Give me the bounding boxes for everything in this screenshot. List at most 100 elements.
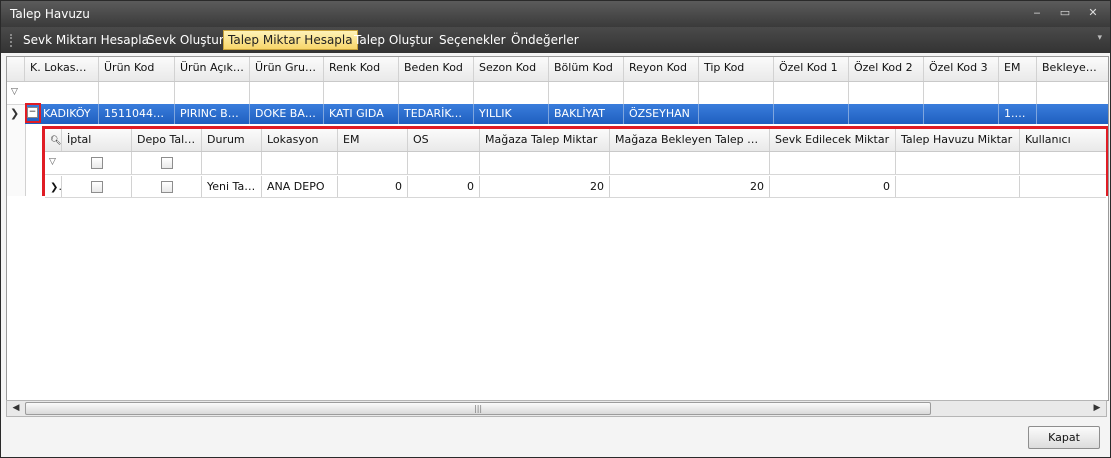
search-icon[interactable]: 🔍︎: [50, 133, 61, 146]
filter-ozel-kod-1[interactable]: [774, 82, 849, 104]
cell-talep-havuzu-miktar[interactable]: [896, 176, 1020, 197]
cell-reyon-kod[interactable]: ÖZSEYHAN: [624, 104, 699, 124]
cell-iptal[interactable]: [62, 176, 132, 197]
filter-depo-talep[interactable]: [132, 152, 202, 174]
filter-bekleyen-siparis[interactable]: [1037, 82, 1108, 104]
filter-reyon-kod[interactable]: [624, 82, 699, 104]
horizontal-scrollbar[interactable]: ◀ ||| ▶: [6, 400, 1107, 417]
header-tip-kod[interactable]: Tip Kod: [699, 57, 774, 81]
filter-os[interactable]: [408, 152, 480, 174]
filter-iptal-checkbox[interactable]: [90, 157, 103, 169]
header-reyon-kod[interactable]: Reyon Kod: [624, 57, 699, 81]
menu-sevk-olustur[interactable]: Sevk Oluştur: [143, 31, 228, 49]
cell-bekleyen-siparis[interactable]: [1037, 104, 1108, 124]
header-iptal[interactable]: İptal: [62, 129, 132, 151]
filter-kullanici[interactable]: [1020, 152, 1106, 174]
header-os[interactable]: OS: [408, 129, 480, 151]
header-sevk-edilecek-miktar[interactable]: Sevk Edilecek Miktar: [770, 129, 896, 151]
filter-beden-kod[interactable]: [399, 82, 474, 104]
cell-urun-kod[interactable]: 1511044004: [99, 104, 175, 124]
header-urun-aciklama[interactable]: Ürün Açıkla...: [175, 57, 250, 81]
menu-talep-miktar-hesapla[interactable]: Talep Miktar Hesapla: [223, 30, 358, 50]
header-durum[interactable]: Durum: [202, 129, 262, 151]
menu-talep-olustur[interactable]: Talep Oluştur: [350, 31, 437, 49]
filter-urun-kod[interactable]: [99, 82, 175, 104]
header-bekleyen-siparis[interactable]: Bekleyen Sipa: [1037, 57, 1108, 81]
cell-em[interactable]: 1.622: [999, 104, 1037, 124]
filter-sezon-kod[interactable]: [474, 82, 549, 104]
cell-ozel-kod-2[interactable]: [849, 104, 924, 124]
header-renk-kod[interactable]: Renk Kod: [324, 57, 399, 81]
cell-sevk-edilecek-miktar[interactable]: 0: [770, 176, 896, 197]
filter-magaza-talep-miktar[interactable]: [480, 152, 610, 174]
filter-urun-grubu[interactable]: [250, 82, 324, 104]
scrollbar-thumb[interactable]: |||: [25, 402, 931, 415]
cell-magaza-bekleyen-talep-miktar[interactable]: 20: [610, 176, 770, 197]
toolbar-grip-icon[interactable]: [10, 34, 16, 47]
cell-bolum-kod[interactable]: BAKLİYAT: [549, 104, 624, 124]
header-beden-kod[interactable]: Beden Kod: [399, 57, 474, 81]
header-ozel-kod-3[interactable]: Özel Kod 3: [924, 57, 999, 81]
header-lokasyon[interactable]: Lokasyon: [262, 129, 338, 151]
filter-durum[interactable]: [202, 152, 262, 174]
cell-urun-aciklama[interactable]: PIRINC BAL...: [175, 104, 250, 124]
cell-depo-talep[interactable]: [132, 176, 202, 197]
filter-depo-talep-checkbox[interactable]: [160, 157, 173, 169]
cell-durum[interactable]: Yeni Talep: [202, 176, 262, 197]
cell-sezon-kod[interactable]: YILLIK: [474, 104, 549, 124]
scroll-left-icon[interactable]: ◀: [10, 403, 22, 414]
menu-ondegerler[interactable]: Öndeğerler: [507, 31, 583, 49]
filter-magaza-bekleyen-talep-miktar[interactable]: [610, 152, 770, 174]
filter-em[interactable]: [999, 82, 1037, 104]
cell-detail-em[interactable]: 0: [338, 176, 408, 197]
filter-k-lokasyon[interactable]: [25, 82, 99, 104]
header-em[interactable]: EM: [999, 57, 1037, 81]
filter-renk-kod[interactable]: [324, 82, 399, 104]
kapat-button[interactable]: Kapat: [1028, 426, 1100, 449]
iptal-checkbox[interactable]: [90, 181, 103, 193]
depo-talep-checkbox[interactable]: [160, 181, 173, 193]
cell-k-lokasyon[interactable]: KADIKÖY: [41, 104, 99, 124]
filter-iptal[interactable]: [62, 152, 132, 174]
detail-filter-icon[interactable]: ▽: [49, 157, 57, 167]
header-detail-em[interactable]: EM: [338, 129, 408, 151]
header-urun-kod[interactable]: Ürün Kod: [99, 57, 175, 81]
master-row-cells[interactable]: KADIKÖY 1511044004 PIRINC BAL... DOKE BA…: [25, 104, 1108, 124]
maximize-icon[interactable]: ▭: [1058, 6, 1072, 19]
cell-beden-kod[interactable]: TEDARİKÇİ ...: [399, 104, 474, 124]
menu-secenekler[interactable]: Seçenekler: [435, 31, 510, 49]
header-ozel-kod-1[interactable]: Özel Kod 1: [774, 57, 849, 81]
filter-talep-havuzu-miktar[interactable]: [896, 152, 1020, 174]
cell-urun-grubu[interactable]: DOKE BAKL...: [250, 104, 324, 124]
master-data-row[interactable]: ❯ KADIKÖY 1511044004 PIRINC BAL... DOKE …: [7, 104, 1108, 124]
header-urun-grubu[interactable]: Ürün Grubu: [250, 57, 324, 81]
header-bolum-kod[interactable]: Bölüm Kod: [549, 57, 624, 81]
filter-bolum-kod[interactable]: [549, 82, 624, 104]
filter-sevk-edilecek-miktar[interactable]: [770, 152, 896, 174]
cell-magaza-talep-miktar[interactable]: 20: [480, 176, 610, 197]
cell-kullanici[interactable]: [1020, 176, 1106, 197]
scroll-right-icon[interactable]: ▶: [1091, 403, 1103, 414]
minimize-icon[interactable]: ‒: [1030, 6, 1044, 19]
cell-ozel-kod-3[interactable]: [924, 104, 999, 124]
filter-detail-em[interactable]: [338, 152, 408, 174]
detail-data-row[interactable]: ❯ Yeni Talep ANA DEPO 0 0 20 20 0: [45, 176, 1106, 198]
menu-sevk-miktari-hesapla[interactable]: Sevk Miktarı Hesapla: [19, 31, 153, 49]
cell-ozel-kod-1[interactable]: [774, 104, 849, 124]
cell-os[interactable]: 0: [408, 176, 480, 197]
cell-tip-kod[interactable]: [699, 104, 774, 124]
filter-ozel-kod-2[interactable]: [849, 82, 924, 104]
header-depo-talep[interactable]: Depo Talep: [132, 129, 202, 151]
cell-renk-kod[interactable]: KATI GIDA: [324, 104, 399, 124]
header-ozel-kod-2[interactable]: Özel Kod 2: [849, 57, 924, 81]
filter-tip-kod[interactable]: [699, 82, 774, 104]
filter-urun-aciklama[interactable]: [175, 82, 250, 104]
header-sezon-kod[interactable]: Sezon Kod: [474, 57, 549, 81]
header-kullanici[interactable]: Kullanıcı: [1020, 129, 1106, 151]
header-talep-havuzu-miktar[interactable]: Talep Havuzu Miktar: [896, 129, 1020, 151]
header-k-lokasyon[interactable]: K. Lokasyon: [25, 57, 99, 81]
header-magaza-talep-miktar[interactable]: Mağaza Talep Miktar: [480, 129, 610, 151]
close-icon[interactable]: ✕: [1086, 6, 1100, 19]
cell-lokasyon[interactable]: ANA DEPO: [262, 176, 338, 197]
header-magaza-bekleyen-talep-miktar[interactable]: Mağaza Bekleyen Talep Miktar: [610, 129, 770, 151]
